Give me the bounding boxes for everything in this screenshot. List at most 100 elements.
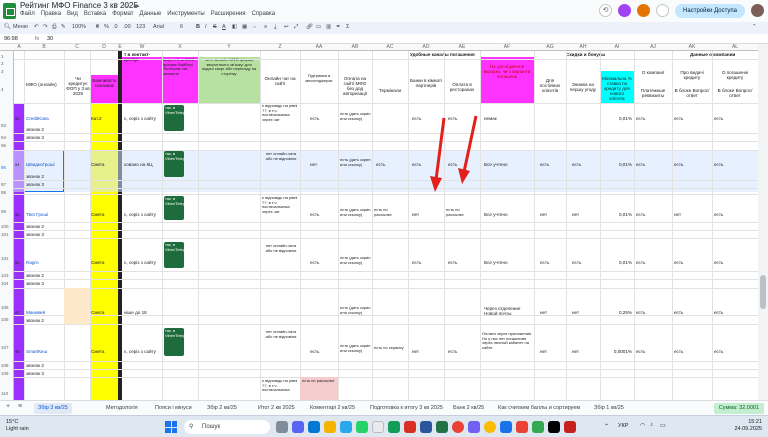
row-header[interactable]: 110 (1, 391, 8, 396)
add-sheet-icon[interactable]: + (6, 403, 10, 410)
avatar[interactable] (618, 4, 632, 17)
row-header[interactable]: 4 (1, 87, 4, 92)
battery-icon[interactable]: ▭ (660, 422, 666, 429)
col-header-a[interactable]: A (14, 44, 24, 50)
row-header[interactable]: 93 (1, 123, 6, 128)
tab-sheet[interactable]: Итог 2 кв 2025 (254, 403, 299, 414)
chart-icon[interactable]: ▥ (326, 24, 331, 30)
app-icon[interactable] (404, 421, 416, 433)
strikethrough-icon[interactable]: S (213, 24, 217, 30)
mfo-name-link[interactable]: Твої Гроші (26, 212, 64, 217)
percent-icon[interactable]: % (104, 24, 109, 30)
row-header[interactable]: 99 (1, 209, 6, 214)
decimal-icon[interactable]: .0 (113, 24, 118, 30)
print-icon[interactable]: ⎙ (52, 24, 56, 31)
row-header[interactable]: 1 (1, 54, 4, 59)
word-icon[interactable] (420, 421, 432, 433)
scrollbar-thumb[interactable] (760, 275, 766, 309)
row-header[interactable]: 106 (1, 317, 9, 322)
col-header-aj[interactable]: AJ (634, 44, 672, 50)
name-box[interactable]: 96:98 (4, 36, 18, 42)
merge-icon[interactable]: ⇔ (252, 24, 258, 30)
document-title[interactable]: Рейтинг МФО Finance 3 кв 2025 (20, 1, 138, 10)
app-icon[interactable] (500, 421, 512, 433)
input-language[interactable]: УКР (618, 423, 628, 429)
col-header-b[interactable]: B (24, 44, 64, 50)
row-header[interactable]: 101 (1, 232, 9, 237)
paint-format-icon[interactable]: ✎ (61, 24, 66, 30)
row-header[interactable]: 94 (1, 135, 6, 140)
redo-icon[interactable]: ↷ (43, 24, 48, 30)
col-header-ah[interactable]: AH (566, 44, 600, 50)
taskbar-search[interactable]: Пошук (184, 420, 270, 434)
menu-tools[interactable]: Инструменты (167, 11, 204, 20)
mfo-name-link[interactable]: CreditKasa (26, 116, 64, 121)
messenger-chip[interactable]: так, в Viber/Telegram (164, 328, 184, 356)
col-header-ae[interactable]: AE (444, 44, 480, 50)
col-header-ad[interactable]: AD (408, 44, 444, 50)
app-icon[interactable] (292, 421, 304, 433)
col-header-d[interactable]: D (90, 44, 118, 50)
clock[interactable]: 15:21 24.09.2025 (734, 419, 762, 433)
text-color-icon[interactable]: A (222, 24, 226, 30)
font-select[interactable]: Arial (153, 24, 164, 30)
col-header-y[interactable]: Y (198, 44, 260, 50)
chevron-up-icon[interactable]: ⌃ (604, 423, 609, 430)
collapse-toolbar-icon[interactable]: ⌃ (752, 24, 757, 30)
col-header-al[interactable]: AL (712, 44, 758, 50)
tab-sheet-active[interactable]: Збір 3 кв/25 (34, 403, 72, 414)
row-header[interactable]: 100 (1, 224, 9, 229)
zoom-select[interactable]: 100% (72, 24, 86, 30)
mfo-name-link[interactable]: SmartКеш (26, 349, 64, 354)
col-header-ag[interactable]: AG (534, 44, 566, 50)
row-header[interactable]: 95 (1, 143, 6, 148)
tab-sheet[interactable]: Как считаем баллы и сортируем (494, 403, 584, 414)
link-icon[interactable]: 🔗︎ (306, 24, 313, 30)
sheets-logo-icon[interactable] (3, 3, 16, 19)
task-view-icon[interactable] (276, 421, 288, 433)
tab-sheet[interactable]: Банк 2 кв/25 (449, 403, 488, 414)
col-header-ai[interactable]: AI (600, 44, 634, 50)
whatsapp-icon[interactable] (356, 421, 368, 433)
row-header[interactable]: 105 (1, 305, 9, 310)
app-icon[interactable] (532, 421, 544, 433)
col-header-aa[interactable]: AA (300, 44, 338, 50)
wifi-icon[interactable]: ◠ (640, 422, 645, 429)
tab-sheet[interactable]: Методологія (102, 403, 142, 414)
history-icon[interactable]: ⟲ (599, 4, 613, 17)
formula-input[interactable]: 30 (47, 36, 53, 42)
excel-icon[interactable] (436, 421, 448, 433)
undo-icon[interactable]: ↶ (34, 24, 39, 30)
valign-icon[interactable]: ⤓ (274, 24, 276, 31)
decimal-more-icon[interactable]: .00 (123, 24, 131, 30)
row-header[interactable]: 107 (1, 345, 9, 350)
messenger-chip[interactable]: так, в Viber/Telegram (164, 242, 184, 268)
messenger-chip[interactable]: так, в Viber/Telegram (164, 105, 184, 131)
row-header[interactable]: 98 (1, 190, 6, 195)
meet-icon[interactable] (656, 4, 670, 17)
mfo-name-link[interactable]: Манивей (26, 310, 64, 315)
row-header[interactable]: 2 (1, 61, 4, 66)
row-header[interactable]: 97 (1, 182, 6, 187)
edge-icon[interactable] (308, 421, 320, 433)
windows-start-icon[interactable] (165, 421, 177, 433)
avatar[interactable] (637, 4, 651, 17)
col-header-z[interactable]: Z (260, 44, 300, 50)
col-header-x[interactable]: X (162, 44, 198, 50)
viber-icon[interactable] (468, 421, 480, 433)
telegram-icon[interactable] (340, 421, 352, 433)
col-header-ac[interactable]: AC (372, 44, 408, 50)
italic-icon[interactable]: I (205, 24, 207, 30)
row-header[interactable]: 108 (1, 363, 9, 368)
vertical-scrollbar[interactable] (758, 44, 768, 400)
tab-sheet[interactable]: Збір 1 кв/25 (590, 403, 628, 414)
tab-sheet[interactable]: Збір 2 кв/25 (203, 403, 241, 414)
bold-icon[interactable]: B (196, 24, 200, 30)
mfo-name-link[interactable]: Ragro (26, 260, 64, 265)
all-sheets-icon[interactable]: ≡ (18, 403, 22, 410)
number-format-icon[interactable]: 123 (136, 24, 145, 30)
row-header[interactable]: 103 (1, 273, 9, 278)
wrap-icon[interactable]: ↩ (284, 24, 289, 30)
share-button[interactable]: Настройки Доступа (675, 3, 745, 18)
menu-edit[interactable]: Правка (41, 11, 61, 20)
